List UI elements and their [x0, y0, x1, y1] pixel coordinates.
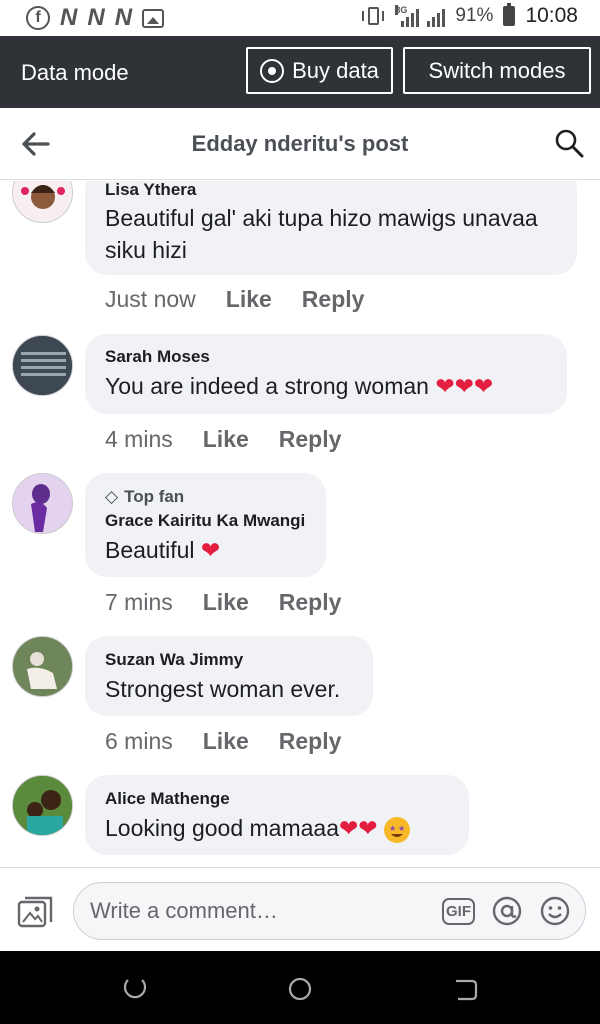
battery-icon	[503, 3, 516, 26]
comment-composer: GIF	[0, 867, 600, 951]
battery-percent: 91%	[455, 5, 494, 26]
heart-emoji: ❤❤	[339, 815, 378, 841]
comment-input[interactable]	[90, 883, 430, 939]
data-mode-bar: Data mode Buy data Switch modes	[0, 36, 600, 108]
buy-data-label: Buy data	[292, 57, 379, 83]
emoji-icon[interactable]	[539, 895, 571, 927]
comment-actions: 6 mins Like Reply	[105, 728, 341, 755]
back-icon[interactable]	[452, 976, 478, 1002]
comment-author[interactable]: Alice Mathenge	[105, 789, 449, 809]
diamond-icon: ◇	[105, 487, 119, 506]
status-bar-right: 3G 91% 10:08	[361, 3, 578, 28]
reply-button[interactable]: Reply	[279, 426, 342, 453]
like-button[interactable]: Like	[203, 728, 249, 755]
reply-button[interactable]: Reply	[279, 728, 342, 755]
avatar[interactable]	[12, 335, 73, 396]
home-icon[interactable]	[287, 976, 313, 1002]
notification-n-icon: N	[114, 4, 133, 31]
mention-icon[interactable]	[491, 895, 523, 927]
comment-text-line: siku hizi	[105, 237, 187, 263]
comment-text: Looking good mamaaa❤❤ ★ ★	[105, 812, 449, 844]
reply-button[interactable]: Reply	[279, 589, 342, 616]
comment-bubble[interactable]: Suzan Wa Jimmy Strongest woman ever.	[85, 636, 373, 716]
svg-text:★: ★	[398, 824, 405, 833]
comment-time: 4 mins	[105, 426, 173, 452]
post-header: Edday nderitu's post	[0, 108, 600, 180]
comment-text-body: You are indeed a strong woman	[105, 373, 429, 399]
comment-text-line: Beautiful gal' aki tupa hizo mawigs unav…	[105, 205, 538, 231]
page-title: Edday nderitu's post	[191, 131, 409, 156]
comment-actions: 7 mins Like Reply	[105, 589, 341, 616]
notification-n-icon: N	[87, 4, 105, 31]
comment-bubble[interactable]: Lisa Ythera Beautiful gal' aki tupa hizo…	[85, 181, 577, 275]
comment-text-body: Beautiful	[105, 537, 195, 563]
gif-button[interactable]: GIF	[442, 898, 475, 925]
comment-actions: 4 mins Like Reply	[105, 426, 341, 453]
photo-icon[interactable]	[17, 896, 53, 928]
avatar[interactable]	[12, 473, 73, 534]
comment-time: 6 mins	[105, 728, 173, 754]
comment-author[interactable]: Sarah Moses	[105, 347, 547, 367]
status-bar: f N N N 3G 91% 10:08	[0, 0, 600, 36]
signal-icon: 3G	[395, 5, 446, 27]
switch-modes-button[interactable]: Switch modes	[403, 47, 591, 94]
comment-list: Lisa Ythera Beautiful gal' aki tupa hizo…	[0, 181, 600, 867]
comment-text: Beautiful ❤	[105, 534, 306, 566]
avatar[interactable]	[12, 775, 73, 836]
avatar[interactable]	[12, 636, 73, 697]
comment-text-body: Looking good mamaaa	[105, 815, 339, 841]
top-fan-badge: ◇ Top fan	[105, 487, 306, 507]
comment-input-box[interactable]: GIF	[73, 882, 586, 940]
comment-bubble[interactable]: Alice Mathenge Looking good mamaaa❤❤ ★ ★	[85, 775, 469, 855]
comment-time: 7 mins	[105, 589, 173, 615]
switch-modes-label: Switch modes	[428, 57, 566, 83]
recents-icon[interactable]	[122, 976, 148, 1002]
network-type: 3G	[395, 5, 408, 15]
comment-author[interactable]: Lisa Ythera	[105, 181, 557, 200]
comment-text: Strongest woman ever.	[105, 676, 341, 702]
svg-text:★: ★	[389, 824, 396, 833]
like-button[interactable]: Like	[203, 589, 249, 616]
vibrate-icon	[361, 5, 385, 27]
comment-time: Just now	[105, 286, 196, 312]
star-struck-emoji: ★ ★	[383, 816, 410, 843]
gallery-icon	[142, 8, 165, 28]
comment-text: Beautiful gal' aki tupa hizo mawigs unav…	[105, 202, 557, 266]
facebook-icon: f	[26, 6, 50, 30]
search-icon[interactable]	[554, 128, 584, 158]
heart-emoji: ❤❤❤	[435, 373, 494, 399]
comment-bubble[interactable]: ◇ Top fan Grace Kairitu Ka Mwangi Beauti…	[85, 473, 326, 577]
broadcast-icon	[260, 58, 285, 83]
system-nav-bar	[0, 951, 600, 1024]
reply-button[interactable]: Reply	[302, 286, 365, 313]
comment-text: You are indeed a strong woman ❤❤❤	[105, 370, 547, 402]
like-button[interactable]: Like	[203, 426, 249, 453]
like-button[interactable]: Like	[226, 286, 272, 313]
comment-actions: Just now Like Reply	[105, 286, 364, 313]
top-fan-label: Top fan	[124, 487, 185, 506]
data-mode-title: Data mode	[21, 60, 129, 85]
notification-n-icon: N	[60, 4, 78, 31]
avatar[interactable]	[12, 181, 73, 223]
comment-author[interactable]: Grace Kairitu Ka Mwangi	[105, 511, 306, 531]
comment-bubble[interactable]: Sarah Moses You are indeed a strong woma…	[85, 334, 567, 414]
heart-emoji: ❤	[200, 537, 221, 563]
buy-data-button[interactable]: Buy data	[246, 47, 393, 94]
status-bar-left: f N N N	[26, 4, 165, 31]
comment-author[interactable]: Suzan Wa Jimmy	[105, 650, 353, 670]
clock: 10:08	[525, 4, 578, 27]
